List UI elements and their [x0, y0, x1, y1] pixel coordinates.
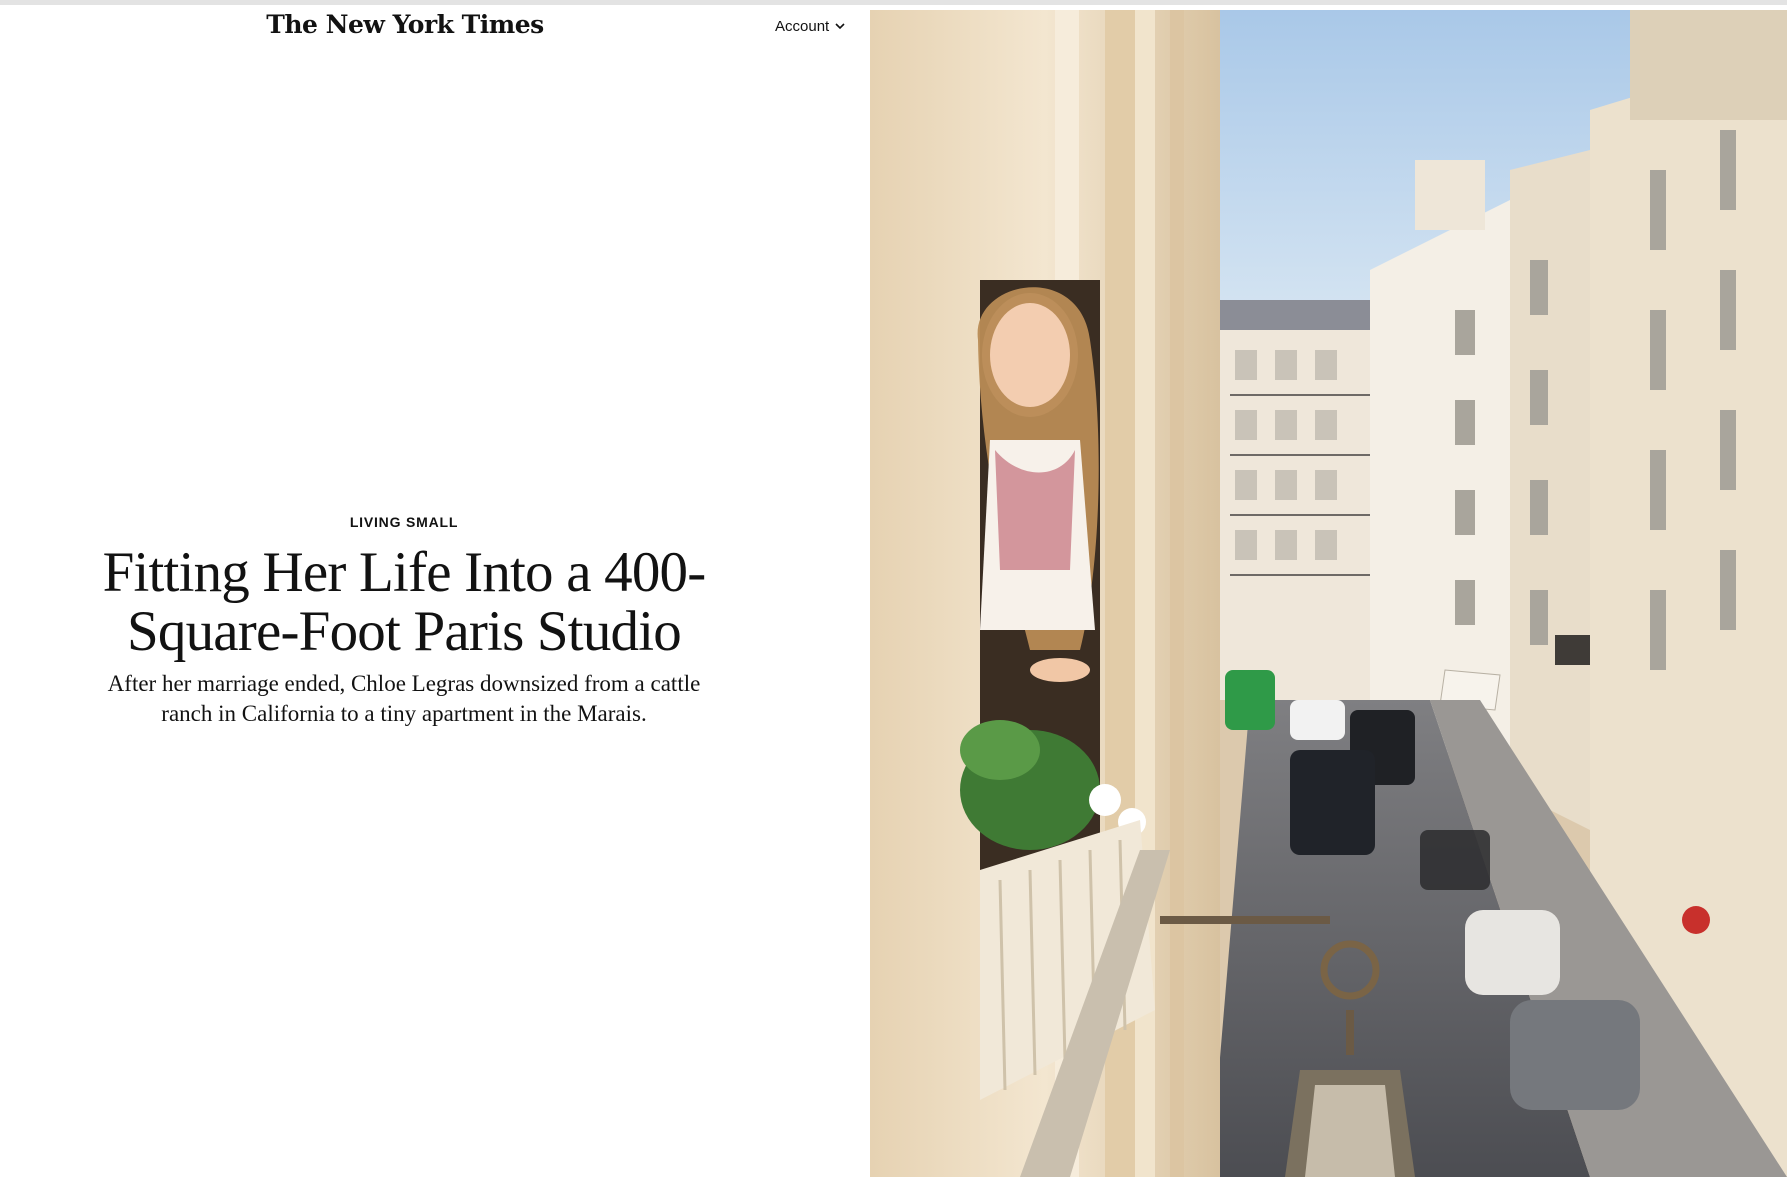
section-kicker[interactable]: LIVING SMALL	[0, 514, 808, 530]
chevron-down-icon	[835, 23, 845, 30]
article-summary: After her marriage ended, Chloe Legras d…	[107, 671, 701, 726]
nyt-logo[interactable]: The New York Times	[0, 10, 810, 39]
lead-photo	[870, 10, 1787, 1177]
account-label: Account	[775, 18, 830, 35]
account-button[interactable]: Account	[775, 18, 845, 35]
paris-street-photo	[870, 10, 1787, 1177]
article-headline: Fitting Her Life Into a 400-Square-Foot …	[102, 541, 707, 663]
